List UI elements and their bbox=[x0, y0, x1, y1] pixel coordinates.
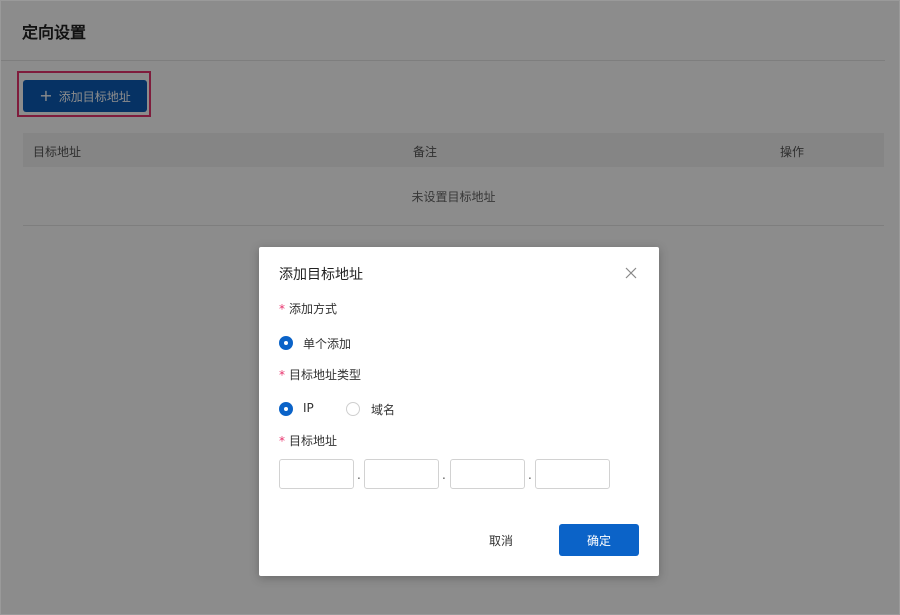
close-button[interactable] bbox=[621, 263, 641, 283]
radio-domain[interactable] bbox=[346, 402, 360, 416]
add-target-dialog: 添加目标地址 * 添加方式 单个添加 * 目标地址类型 IP 域名 * 目标地址 . … bbox=[259, 247, 659, 576]
dialog-title: 添加目标地址 bbox=[279, 267, 363, 283]
address-type-label: * 目标地址类型 bbox=[279, 368, 362, 382]
required-mark: * bbox=[279, 434, 285, 448]
targeting-settings-page: 定向设置 + 添加目标地址 目标地址 备注 操作 未设置目标地址 添加目标地址 … bbox=[0, 0, 900, 615]
ip-octet-4-input[interactable] bbox=[535, 459, 610, 489]
radio-single-add[interactable] bbox=[279, 336, 293, 350]
required-mark: * bbox=[279, 368, 285, 382]
ip-octet-1-input[interactable] bbox=[279, 459, 354, 489]
ip-octet-2-input[interactable] bbox=[364, 459, 439, 489]
ip-separator: . bbox=[528, 468, 532, 482]
radio-ip[interactable] bbox=[279, 402, 293, 416]
cancel-button[interactable]: 取消 bbox=[477, 525, 525, 555]
ip-octet-3-input[interactable] bbox=[450, 459, 525, 489]
ip-separator: . bbox=[442, 468, 446, 482]
add-method-label: * 添加方式 bbox=[279, 302, 338, 316]
confirm-button[interactable]: 确定 bbox=[559, 524, 639, 556]
radio-ip-label[interactable]: IP bbox=[303, 401, 314, 415]
required-mark: * bbox=[279, 302, 285, 316]
close-icon bbox=[625, 267, 637, 279]
target-address-label: * 目标地址 bbox=[279, 434, 338, 448]
radio-single-add-label[interactable]: 单个添加 bbox=[303, 335, 351, 352]
radio-domain-label[interactable]: 域名 bbox=[371, 401, 395, 418]
ip-separator: . bbox=[357, 468, 361, 482]
